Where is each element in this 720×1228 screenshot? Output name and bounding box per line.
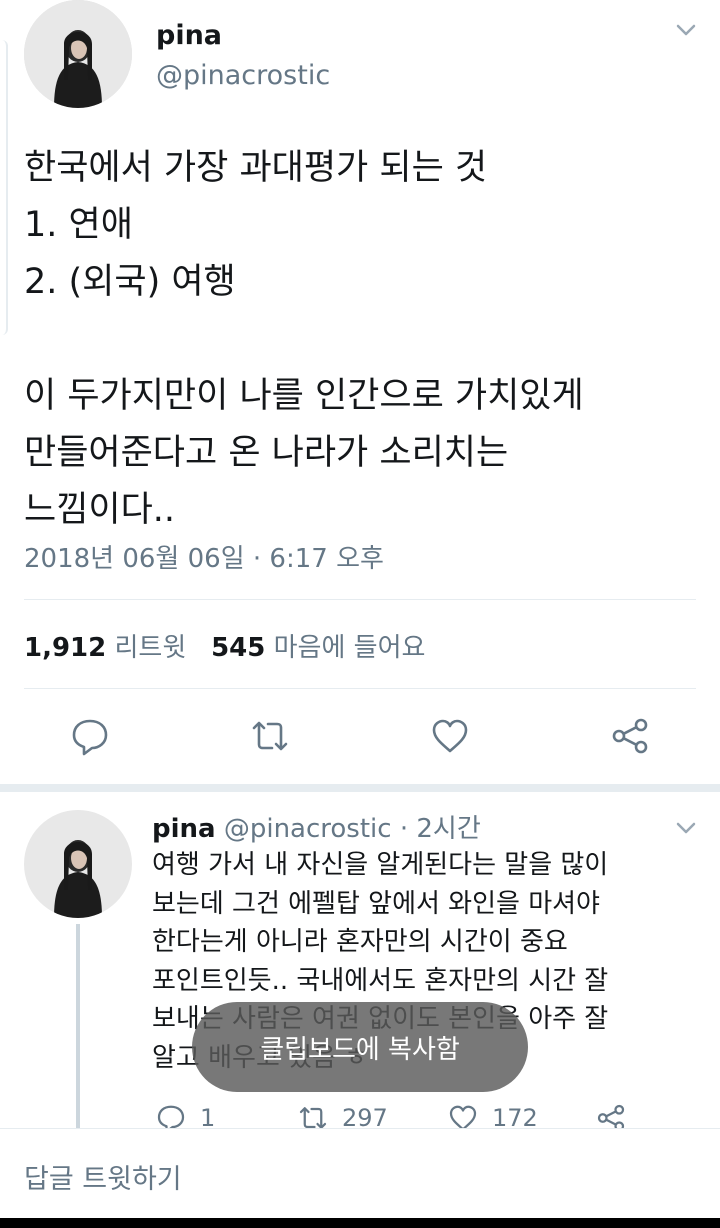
reply-header: pina @pinacrostic · 2시간 — [152, 808, 481, 845]
reply-display-name[interactable]: pina — [152, 814, 216, 844]
system-nav-bar — [0, 1218, 720, 1228]
retweet-icon[interactable] — [250, 716, 290, 756]
like-count[interactable]: 545 — [211, 633, 265, 663]
reply-compose-placeholder[interactable]: 답글 트윗하기 — [24, 1157, 182, 1196]
tweet-timestamp[interactable]: 2018년 06월 06일 · 6:17 오후 — [24, 538, 384, 575]
section-separator — [0, 784, 720, 792]
divider — [24, 599, 696, 600]
scroll-indicator — [0, 40, 8, 335]
divider — [24, 688, 696, 689]
clipboard-toast: 클립보드에 복사함 — [192, 1002, 528, 1092]
tweet-stats: 1,912 리트윗 545 마음에 들어요 — [24, 627, 425, 664]
reply-icon[interactable] — [70, 716, 110, 756]
reply-avatar[interactable] — [24, 810, 132, 918]
retweet-count[interactable]: 1,912 — [24, 633, 106, 663]
tweet-text: 한국에서 가장 과대평가 되는 것 1. 연애 2. (외국) 여행 이 두가지… — [24, 148, 584, 530]
chevron-down-icon[interactable] — [672, 18, 700, 42]
like-icon[interactable] — [430, 716, 470, 756]
toast-message: 클립보드에 복사함 — [260, 1034, 460, 1065]
retweet-label[interactable]: 리트윗 — [115, 633, 187, 663]
reply-compose-bar[interactable]: 답글 트윗하기 — [0, 1128, 720, 1218]
share-icon[interactable] — [610, 716, 650, 756]
reply-meta[interactable]: @pinacrostic · 2시간 — [224, 814, 481, 844]
avatar[interactable] — [24, 0, 132, 108]
handle[interactable]: @pinacrostic — [156, 60, 330, 91]
chevron-down-icon[interactable] — [672, 816, 700, 840]
display-name[interactable]: pina — [156, 20, 222, 51]
like-label[interactable]: 마음에 들어요 — [274, 633, 426, 663]
thread-line — [76, 924, 80, 1130]
